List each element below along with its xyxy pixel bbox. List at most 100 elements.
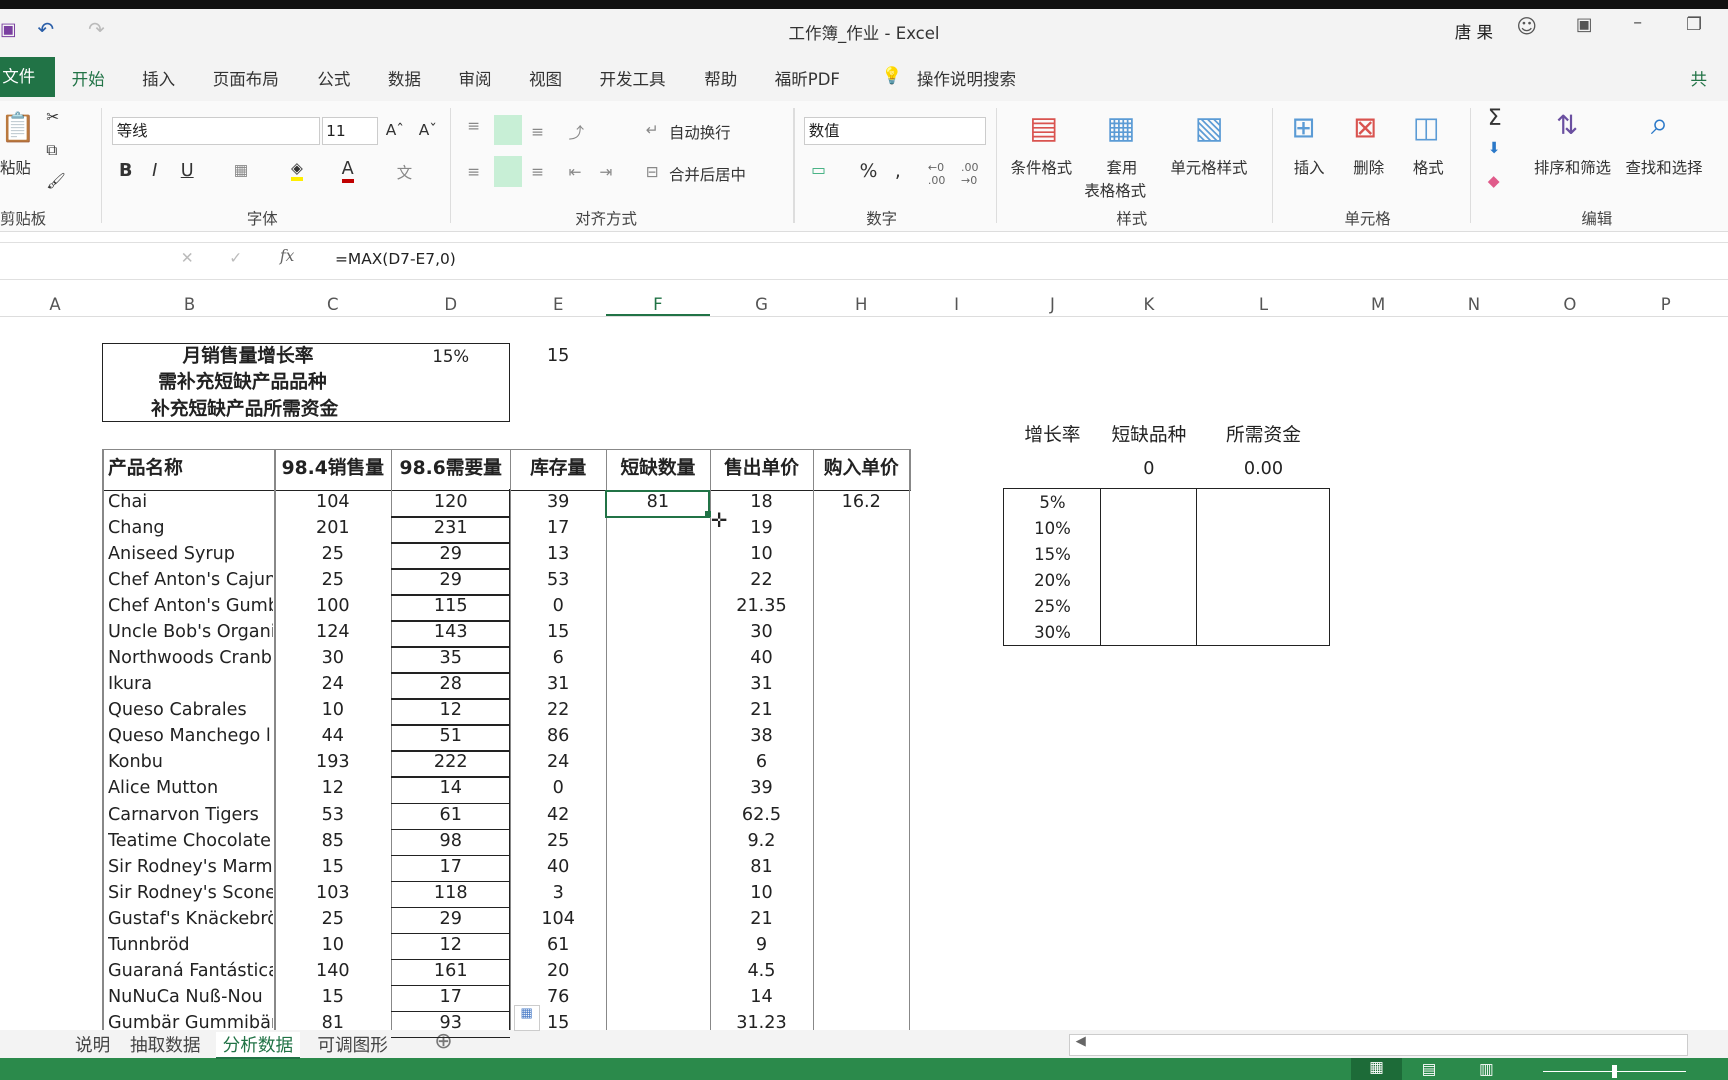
table-cell[interactable]: 25 [274, 542, 391, 567]
table-cell[interactable]: 86 [510, 724, 606, 749]
table-cell[interactable]: 35 [391, 646, 510, 671]
product-name-cell[interactable]: Konbu [108, 750, 273, 775]
table-cell[interactable]: 25 [274, 568, 391, 593]
comma-style-button[interactable]: , [895, 161, 901, 182]
product-name-cell[interactable]: Chef Anton's Gumb [108, 594, 273, 619]
table-cell[interactable]: 17 [391, 855, 510, 880]
table-cell[interactable]: 140 [274, 959, 391, 984]
table-cell[interactable]: 81 [710, 855, 814, 880]
product-name-cell[interactable]: Queso Manchego l [108, 724, 273, 749]
phonetic-icon[interactable]: 文 [397, 161, 412, 183]
enter-icon[interactable]: ✓ [229, 249, 242, 267]
product-name-cell[interactable]: Tunnbröd [108, 933, 273, 958]
format-cells-button[interactable]: 格式 [1413, 156, 1444, 178]
align-right-icon[interactable]: ≡ [531, 163, 544, 181]
growth-rate-option[interactable]: 25% [1004, 594, 1101, 619]
table-cell[interactable]: 193 [274, 750, 391, 775]
product-name-cell[interactable]: Aniseed Syrup [108, 542, 273, 567]
page-layout-view-button[interactable]: ▤ [1422, 1060, 1437, 1078]
product-name-cell[interactable]: Ikura [108, 672, 273, 697]
column-header-g[interactable]: G [710, 295, 814, 314]
growth-rate-option[interactable]: 5% [1004, 490, 1101, 515]
column-header-cell[interactable]: 98.6需要量 [395, 456, 507, 481]
scenario-header[interactable]: 短缺品种 [1101, 423, 1197, 448]
product-name-cell[interactable]: Carnarvon Tigers [108, 803, 273, 828]
tell-me-search[interactable]: 操作说明搜索 [917, 66, 1016, 90]
orientation-icon[interactable]: ⤴ [569, 121, 584, 143]
quick-analysis-icon[interactable]: ▦ [513, 1005, 540, 1032]
cancel-icon[interactable]: ✕ [181, 249, 194, 267]
clear-icon[interactable]: ◆ [1488, 172, 1500, 190]
tab-help[interactable]: 帮助 [704, 66, 737, 90]
fill-icon[interactable]: ⬇ [1488, 139, 1501, 157]
column-header-cell[interactable]: 98.4销售量 [278, 456, 388, 481]
table-cell[interactable]: 17 [391, 985, 510, 1010]
table-cell[interactable]: 231 [391, 516, 510, 541]
format-painter-icon[interactable]: 🖌 [46, 172, 66, 190]
growth-rate-option[interactable]: 30% [1004, 620, 1101, 645]
table-cell[interactable]: 118 [391, 881, 510, 906]
table-cell[interactable]: 0 [510, 594, 606, 619]
table-cell[interactable]: 124 [274, 620, 391, 645]
product-name-cell[interactable]: Chang [108, 516, 273, 541]
column-header-a[interactable]: A [6, 295, 105, 314]
table-cell[interactable]: 21.35 [710, 594, 814, 619]
column-header-n[interactable]: N [1426, 295, 1522, 314]
table-cell[interactable]: 53 [510, 568, 606, 593]
product-name-cell[interactable]: Alice Mutton [108, 776, 273, 801]
table-cell[interactable]: 100 [274, 594, 391, 619]
table-cell[interactable]: 12 [391, 698, 510, 723]
table-cell[interactable]: 98 [391, 829, 510, 854]
table-cell[interactable]: 104 [510, 907, 606, 932]
percent-style-button[interactable]: % [860, 161, 878, 182]
user-icon[interactable]: ☺ [1516, 15, 1537, 38]
table-cell[interactable]: 21 [710, 907, 814, 932]
product-name-cell[interactable]: Sir Rodney's Marm [108, 855, 273, 880]
column-header-cell[interactable]: 短缺数量 [609, 456, 706, 481]
table-cell[interactable]: 21 [710, 698, 814, 723]
column-header-cell[interactable]: 购入单价 [817, 456, 906, 481]
table-cell[interactable]: 6 [510, 646, 606, 671]
share-button[interactable]: 共 [1691, 66, 1708, 90]
table-cell[interactable]: 20 [510, 959, 606, 984]
table-cell[interactable]: 10 [710, 881, 814, 906]
decrease-indent-icon[interactable]: ⇤ [569, 163, 582, 181]
growth-rate-option[interactable]: 20% [1004, 568, 1101, 593]
tab-developer[interactable]: 开发工具 [600, 66, 666, 90]
table-cell[interactable]: 104 [274, 490, 391, 515]
table-cell[interactable]: 30 [274, 646, 391, 671]
table-cell[interactable]: 61 [510, 933, 606, 958]
table-cell[interactable]: 31 [710, 672, 814, 697]
product-name-cell[interactable]: Chef Anton's Cajun [108, 568, 273, 593]
sheet-tab[interactable]: 说明 [75, 1032, 110, 1057]
horizontal-scrollbar[interactable] [1068, 1033, 1689, 1056]
table-cell[interactable]: 24 [510, 750, 606, 775]
scenario-current-value[interactable]: 0 [1101, 457, 1197, 482]
normal-view-button[interactable]: ▦ [1351, 1057, 1402, 1080]
increase-decimal-icon[interactable]: ←0.00 [928, 161, 946, 187]
table-cell[interactable]: 40 [510, 855, 606, 880]
table-cell[interactable]: 40 [710, 646, 814, 671]
tab-foxit-pdf[interactable]: 福昕PDF [775, 66, 840, 90]
active-cell-F7[interactable] [605, 490, 711, 518]
table-cell[interactable]: 38 [710, 724, 814, 749]
scenario-current-value[interactable]: 0.00 [1197, 457, 1330, 482]
growth-rate-option[interactable]: 15% [1004, 542, 1101, 567]
name-box[interactable] [0, 245, 115, 276]
find-select-button[interactable]: 查找和选择 [1626, 156, 1703, 178]
italic-button[interactable]: I [152, 161, 157, 181]
fill-color-icon[interactable]: ◈ [290, 159, 303, 181]
tab-page-layout[interactable]: 页面布局 [213, 66, 279, 90]
product-name-cell[interactable]: Guaraná Fantástica [108, 959, 273, 984]
merge-center-button[interactable]: 合并后居中 [669, 163, 746, 185]
formula-input[interactable]: =MAX(D7-E7,0) [335, 250, 456, 268]
product-name-cell[interactable]: NuNuCa Nuß-Nou [108, 985, 273, 1010]
table-cell[interactable]: 15 [274, 855, 391, 880]
column-header-cell[interactable]: 产品名称 [108, 456, 271, 481]
table-cell[interactable]: 39 [710, 776, 814, 801]
product-name-cell[interactable]: Sir Rodney's Scone [108, 881, 273, 906]
insert-cells-button[interactable]: 插入 [1294, 156, 1325, 178]
align-bottom-icon[interactable]: ≡ [531, 123, 544, 141]
conditional-format-button[interactable]: 条件格式 [1011, 156, 1073, 178]
font-size-select[interactable]: 11 [321, 116, 378, 146]
